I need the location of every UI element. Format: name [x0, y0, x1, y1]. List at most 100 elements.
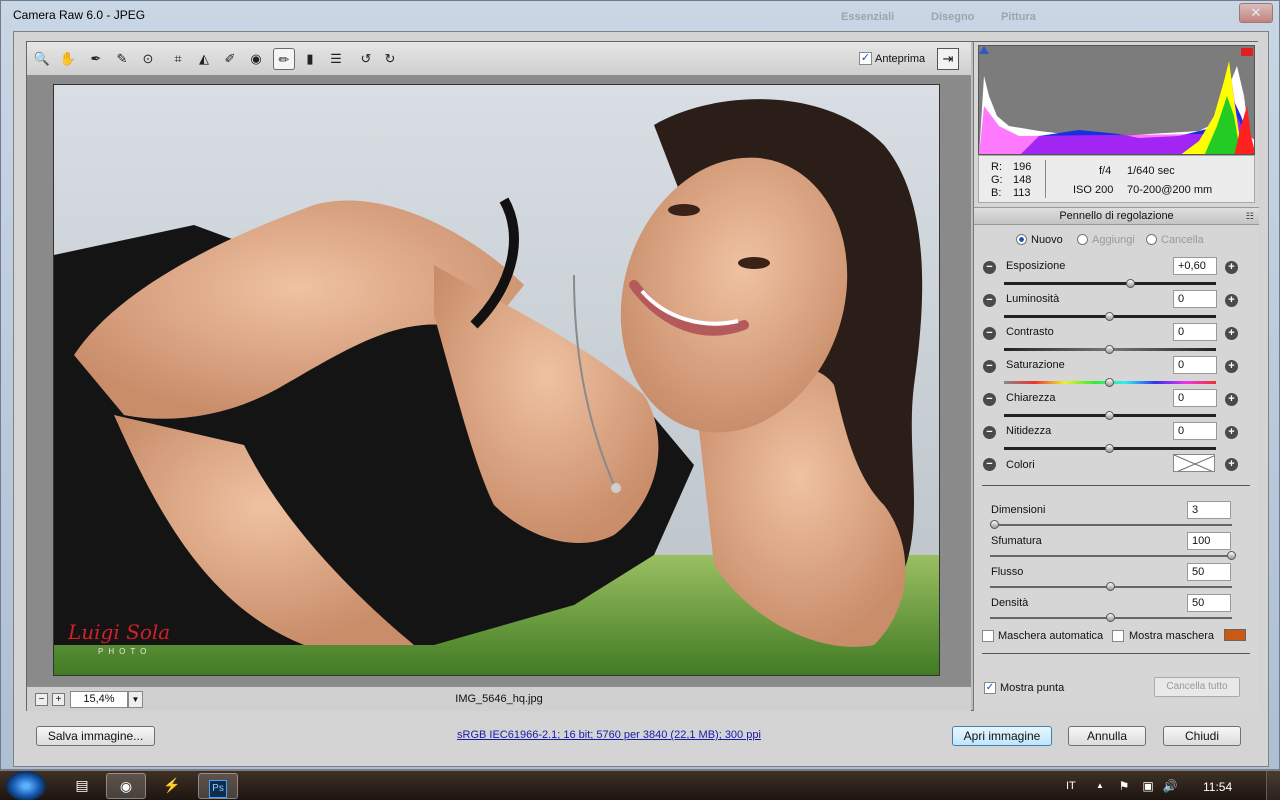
info-divider	[1045, 160, 1046, 198]
slider-plus-button[interactable]: +	[1225, 360, 1238, 373]
start-button[interactable]	[6, 771, 46, 800]
slider-minus-button[interactable]: −	[983, 294, 996, 307]
clear-all-button[interactable]: Cancella tutto	[1154, 677, 1240, 697]
preview-checkbox[interactable]: ✓	[859, 52, 872, 65]
camera-raw-window: Camera Raw 6.0 - JPEG Essenziali Disegno…	[0, 0, 1280, 770]
preview-label: Anteprima	[875, 53, 926, 65]
mode-new-radio[interactable]: Nuovo	[1016, 234, 1063, 246]
app-launcher-icon[interactable]: ⚡	[152, 773, 192, 799]
show-pins-checkbox[interactable]: ✓	[984, 682, 996, 694]
mode-erase-radio[interactable]: Cancella	[1146, 234, 1204, 246]
open-image-button[interactable]: Apri immagine	[952, 726, 1052, 746]
slider-value-field[interactable]: 0	[1173, 389, 1217, 407]
auto-mask-label: Maschera automatica	[998, 630, 1104, 642]
close-icon[interactable]: ✕	[1239, 3, 1273, 23]
input-language[interactable]: IT	[1066, 780, 1076, 792]
photo-preview[interactable]: Luigi Sola PHOTO	[53, 84, 940, 676]
photoshop-taskbar-button[interactable]: Ps	[198, 773, 238, 799]
slider-minus-button[interactable]: −	[983, 360, 996, 373]
tray-expand-icon[interactable]: ▲	[1092, 778, 1108, 794]
white-balance-tool-icon[interactable]: ✒	[85, 48, 107, 70]
watermark-signature: Luigi Sola	[68, 620, 171, 644]
crop-tool-icon[interactable]: ⌗	[167, 48, 189, 70]
slider-value-field[interactable]: 0	[1173, 290, 1217, 308]
slider-minus-button[interactable]: −	[983, 393, 996, 406]
slider-thumb[interactable]	[1105, 444, 1114, 453]
workspace-painting: Pittura	[1001, 11, 1036, 23]
slider-plus-button[interactable]: +	[1225, 393, 1238, 406]
slider-minus-button[interactable]: −	[983, 261, 996, 274]
slider-label: Luminosità	[1006, 293, 1060, 305]
preferences-icon[interactable]: ☰	[325, 48, 347, 70]
colors-swatch[interactable]	[1173, 454, 1215, 472]
slider-thumb[interactable]	[1105, 345, 1114, 354]
status-bar: − + 15,4% ▼ IMG_5646_hq.jpg	[27, 686, 971, 711]
save-image-button[interactable]: Salva immagine...	[36, 726, 155, 746]
panel-title: Pennello di regolazione	[974, 207, 1259, 225]
targeted-adjustment-tool-icon[interactable]: ⊙	[137, 48, 159, 70]
brush-slider-thumb[interactable]	[1106, 582, 1115, 591]
auto-mask-checkbox[interactable]	[982, 630, 994, 642]
colors-plus-button[interactable]: +	[1225, 458, 1238, 471]
network-icon[interactable]: ▣	[1140, 778, 1156, 794]
brush-value-field[interactable]: 100	[1187, 532, 1231, 550]
brush-slider-thumb[interactable]	[989, 520, 999, 529]
workflow-options-link[interactable]: sRGB IEC61966-2.1; 16 bit; 5760 per 3840…	[457, 729, 761, 741]
slider-thumb[interactable]	[1105, 312, 1114, 321]
fullscreen-toggle-icon[interactable]: ⇥	[937, 48, 959, 70]
brush-value-field[interactable]: 50	[1187, 563, 1231, 581]
slider-plus-button[interactable]: +	[1225, 294, 1238, 307]
action-center-flag-icon[interactable]: ⚑	[1116, 778, 1132, 794]
slider-plus-button[interactable]: +	[1225, 327, 1238, 340]
spot-removal-tool-icon[interactable]: ✐	[219, 48, 241, 70]
slider-thumb[interactable]	[1126, 279, 1136, 288]
slider-value-field[interactable]: +0,60	[1173, 257, 1217, 275]
slider-thumb[interactable]	[1105, 411, 1114, 420]
brush-slider-track[interactable]	[990, 524, 1232, 526]
brush-slider-track[interactable]	[990, 555, 1232, 557]
clock[interactable]: 11:54	[1203, 780, 1232, 794]
window-title: Camera Raw 6.0 - JPEG	[13, 8, 146, 22]
adjustment-brush-tool-icon[interactable]: ✏	[273, 48, 295, 70]
slider-value-field[interactable]: 0	[1173, 356, 1217, 374]
shutter-speed: 1/640 sec	[1127, 165, 1175, 177]
red-eye-tool-icon[interactable]: ◉	[245, 48, 267, 70]
panel-menu-icon[interactable]: ☷	[1246, 211, 1254, 222]
slider-minus-button[interactable]: −	[983, 327, 996, 340]
color-sampler-tool-icon[interactable]: ✎	[111, 48, 133, 70]
rotate-ccw-icon[interactable]: ↺	[355, 48, 377, 70]
done-button[interactable]: Chiudi	[1163, 726, 1241, 746]
r-label: R:	[991, 161, 1002, 173]
mode-add-radio[interactable]: Aggiungi	[1077, 234, 1135, 246]
slider-plus-button[interactable]: +	[1225, 426, 1238, 439]
explorer-icon[interactable]: ▤	[62, 773, 102, 799]
brush-value-field[interactable]: 50	[1187, 594, 1231, 612]
cancel-button[interactable]: Annulla	[1068, 726, 1146, 746]
g-label: G:	[991, 174, 1003, 186]
rotate-cw-icon[interactable]: ↻	[379, 48, 401, 70]
graduated-filter-tool-icon[interactable]: ▮	[299, 48, 321, 70]
slider-track[interactable]	[1004, 282, 1216, 285]
colors-minus-button[interactable]: −	[983, 458, 996, 471]
brush-value-field[interactable]: 3	[1187, 501, 1231, 519]
zoom-tool-icon[interactable]: 🔍	[31, 48, 53, 70]
slider-minus-button[interactable]: −	[983, 426, 996, 439]
mask-color-swatch[interactable]	[1224, 629, 1246, 641]
firefox-icon[interactable]: ◉	[106, 773, 146, 799]
volume-icon[interactable]: 🔊	[1162, 778, 1178, 794]
slider-label: Saturazione	[1006, 359, 1065, 371]
slider-thumb[interactable]	[1105, 378, 1114, 387]
slider-value-field[interactable]: 0	[1173, 422, 1217, 440]
brush-slider-thumb[interactable]	[1106, 613, 1115, 622]
show-desktop-button[interactable]	[1266, 771, 1280, 800]
slider-value-field[interactable]: 0	[1173, 323, 1217, 341]
adjustments-panel: R: 196 G: 148 B: 113 f/4 1/640 sec ISO 200 …	[973, 42, 1259, 711]
mode-add-label: Aggiungi	[1092, 234, 1135, 246]
show-mask-checkbox[interactable]	[1112, 630, 1124, 642]
image-canvas[interactable]: Luigi Sola PHOTO	[27, 76, 971, 686]
mode-erase-label: Cancella	[1161, 234, 1204, 246]
slider-plus-button[interactable]: +	[1225, 261, 1238, 274]
brush-slider-thumb[interactable]	[1227, 551, 1236, 560]
hand-tool-icon[interactable]: ✋	[57, 48, 79, 70]
straighten-tool-icon[interactable]: ◭	[193, 48, 215, 70]
